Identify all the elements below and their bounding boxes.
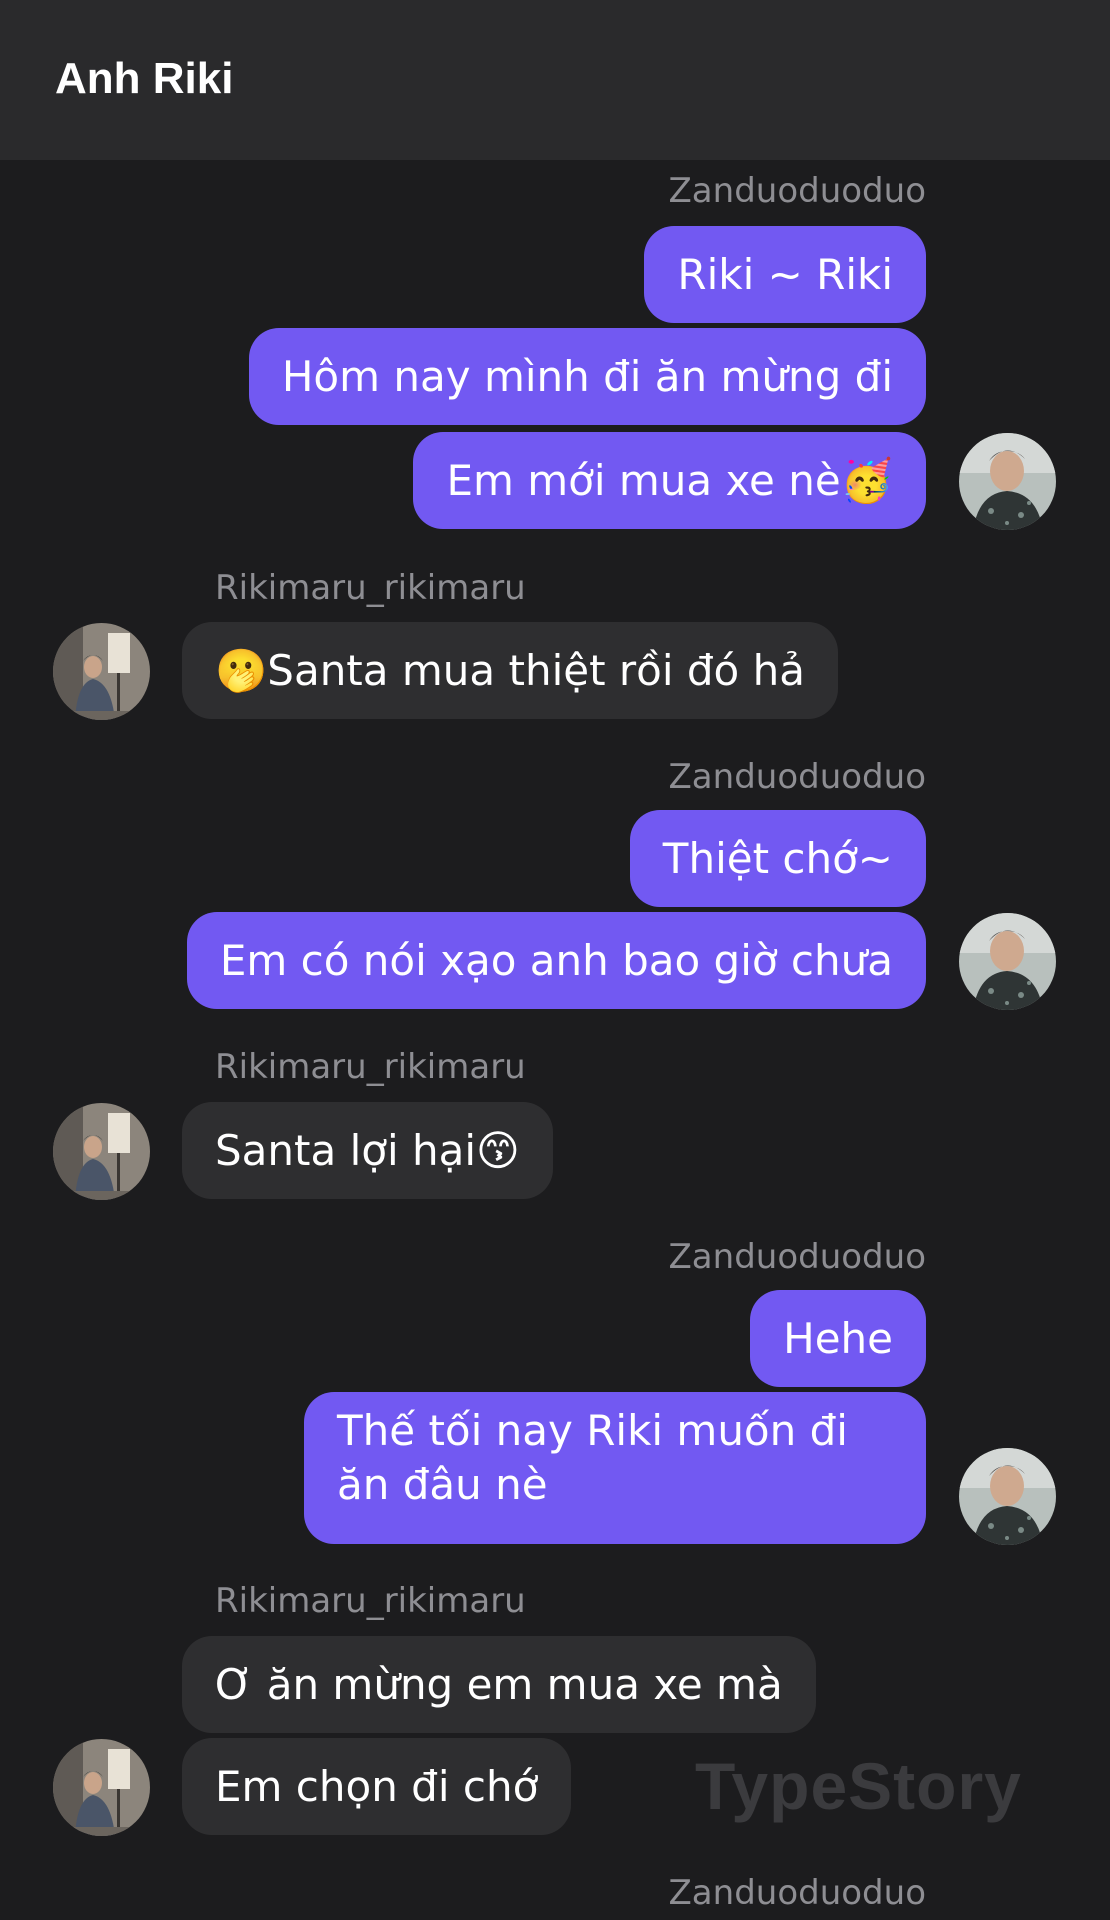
avatar-rikimaru-icon[interactable]	[53, 1103, 150, 1200]
message-bubble-outgoing[interactable]: Thiệt chớ~	[629, 810, 926, 907]
avatar-zanduoduoduo-icon[interactable]	[959, 433, 1056, 530]
sender-name: Rikimaru_rikimaru	[215, 1047, 526, 1087]
message-bubble-outgoing[interactable]: Hôm nay mình đi ăn mừng đi	[248, 328, 926, 425]
avatar-zanduoduoduo-icon[interactable]	[959, 913, 1056, 1010]
message-bubble-outgoing[interactable]: Em mới mua xe nè🥳	[413, 432, 926, 529]
avatar-rikimaru-icon[interactable]	[53, 623, 150, 720]
sender-name: Rikimaru_rikimaru	[215, 1581, 526, 1621]
avatar-rikimaru-icon[interactable]	[53, 1739, 150, 1836]
sender-name: Zanduoduoduo	[668, 1873, 926, 1913]
typestory-watermark: TypeStory	[695, 1749, 1022, 1823]
message-bubble-incoming[interactable]: Em chọn đi chớ	[182, 1738, 572, 1835]
sender-name: Zanduoduoduo	[668, 1237, 926, 1277]
sender-name: Zanduoduoduo	[668, 171, 926, 211]
chat-title: Anh Riki	[55, 54, 234, 103]
avatar-zanduoduoduo-icon[interactable]	[959, 1448, 1056, 1545]
sender-name: Rikimaru_rikimaru	[215, 568, 526, 608]
message-bubble-outgoing[interactable]: Riki ~ Riki	[644, 226, 926, 323]
message-bubble-incoming[interactable]: Ơ ăn mừng em mua xe mà	[182, 1636, 816, 1733]
message-bubble-incoming[interactable]: 🫢Santa mua thiệt rồi đó hả	[182, 622, 838, 719]
sender-name: Zanduoduoduo	[668, 757, 926, 797]
message-bubble-outgoing[interactable]: Em có nói xạo anh bao giờ chưa	[186, 912, 926, 1009]
chat-header: Anh Riki	[0, 0, 1110, 160]
message-bubble-incoming[interactable]: Santa lợi hại😙	[182, 1102, 553, 1199]
message-bubble-outgoing[interactable]: Thế tối nay Riki muốn đi ăn đâu nè	[304, 1392, 926, 1544]
message-bubble-outgoing[interactable]: Hehe	[750, 1290, 926, 1387]
